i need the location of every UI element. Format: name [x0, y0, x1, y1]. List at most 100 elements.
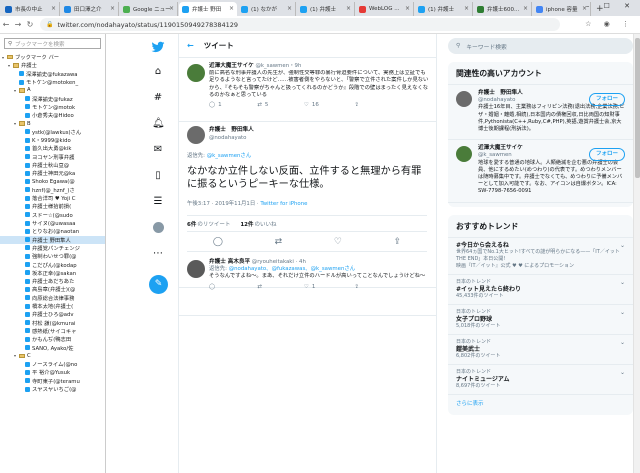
- chevron-down-icon[interactable]: ⌄: [620, 339, 625, 346]
- close-tab-icon[interactable]: ×: [169, 5, 174, 12]
- reply-to-link[interactable]: @nodahayato、@fukazawas、@k_sawmenさん: [229, 266, 355, 272]
- like-icon[interactable]: ♡ 1: [304, 284, 315, 291]
- bookmark-item[interactable]: 村松 謙(@kmurai: [0, 319, 105, 327]
- chevron-down-icon[interactable]: ⌄: [620, 279, 625, 286]
- bookmark-item[interactable]: とりなお(@naotan: [0, 227, 105, 235]
- bookmarks-icon[interactable]: ▯: [152, 170, 164, 182]
- forward-icon[interactable]: →: [12, 20, 24, 29]
- close-tab-icon[interactable]: ×: [464, 5, 469, 12]
- bookmark-item[interactable]: かもんぢ(鴨志田: [0, 335, 105, 343]
- follow-button[interactable]: フォロー: [588, 93, 625, 107]
- browser-tab[interactable]: Google ニュー ×: [120, 2, 178, 16]
- bookmark-item[interactable]: 寺町東子(@teramu: [0, 377, 105, 385]
- trend-item[interactable]: #今日から会えるね 世界64ヵ国でNo.1大ヒット!すべての謎が明らかになる——「…: [448, 238, 633, 275]
- tweet-author-name[interactable]: 近澤大魔王サイケ: [209, 63, 254, 69]
- reply-icon[interactable]: ◯ 1: [209, 102, 222, 109]
- scrollbar-thumb[interactable]: [635, 38, 640, 178]
- close-tab-icon[interactable]: ×: [229, 5, 234, 12]
- tweet-author-handle[interactable]: @ryouheitakaki · 4h: [252, 259, 306, 265]
- avatar[interactable]: [187, 64, 205, 82]
- explore-icon[interactable]: #: [152, 92, 164, 104]
- bookmark-item[interactable]: モトケン@motoken_: [0, 78, 105, 86]
- bookmark-item[interactable]: 弁護覚パンチェンジ: [0, 244, 105, 252]
- bookmark-item[interactable]: Shoko Egawa(@: [0, 177, 105, 185]
- messages-icon[interactable]: ✉: [152, 144, 164, 156]
- trend-item[interactable]: 日本のトレンド #イット見えたら終わり 45,433件のツイート ⌄: [448, 275, 633, 305]
- bookmark-folder[interactable]: ▾ 弁護士: [0, 61, 105, 70]
- bookmark-item[interactable]: 感熱紙(サイコキャ: [0, 327, 105, 335]
- bookmark-item[interactable]: ystk(@lawkus)さん: [0, 128, 105, 136]
- bookmark-item[interactable]: 橋本太地(弁護士(: [0, 302, 105, 310]
- bookmark-item[interactable]: K・9999@kido: [0, 136, 105, 144]
- notifications-icon[interactable]: 🔔︎: [152, 118, 165, 130]
- bookmark-item[interactable]: モトケン@motok: [0, 103, 105, 111]
- retweet-icon[interactable]: ⇄: [275, 237, 283, 247]
- bookmark-item[interactable]: こだぴん(@kodap: [0, 260, 105, 269]
- page-scrollbar[interactable]: [633, 34, 640, 473]
- browser-tab[interactable]: 弁護士 野田 ×: [179, 2, 237, 16]
- close-tab-icon[interactable]: ×: [523, 5, 528, 12]
- avatar[interactable]: [456, 146, 472, 163]
- avatar[interactable]: [187, 126, 205, 144]
- window-controls[interactable]: – ☐ ✕: [586, 2, 636, 10]
- share-icon[interactable]: ⇪: [394, 237, 402, 247]
- trend-item[interactable]: 日本のトレンド ナイトミュージアム 8,697件のツイート ⌄: [448, 365, 633, 395]
- browser-tab[interactable]: 弁護士600... ×: [474, 2, 532, 16]
- bookmark-folder[interactable]: ▾ B: [0, 119, 105, 127]
- bookmark-item[interactable]: 弁護士様拾前損(: [0, 202, 105, 210]
- chevron-down-icon[interactable]: ⌄: [620, 309, 625, 316]
- close-tab-icon[interactable]: ×: [110, 5, 115, 12]
- bookmark-item[interactable]: 弁護士秋山亘@: [0, 161, 105, 169]
- home-icon[interactable]: ⌂: [152, 66, 164, 78]
- bookmark-item[interactable]: 弁護士神田元@ka: [0, 169, 105, 177]
- reload-icon[interactable]: ↻: [24, 20, 36, 29]
- bookmark-item[interactable]: 強制わいせつ罪(@: [0, 252, 105, 260]
- bookmark-folder[interactable]: ▾ C: [0, 352, 105, 360]
- bookmark-item[interactable]: hznf(@_hznf_)さ: [0, 186, 105, 194]
- close-tab-icon[interactable]: ×: [51, 5, 56, 12]
- browser-actions[interactable]: ☆ ◉ ⋮: [585, 20, 634, 28]
- browser-tab[interactable]: (1) なかが ×: [238, 2, 296, 16]
- bookmark-item[interactable]: SANO, Ayako/佐: [0, 343, 105, 352]
- trend-item[interactable]: 日本のトレンド 女子プロ野球 5,018件のツイート ⌄: [448, 305, 633, 335]
- share-icon[interactable]: ⇪: [354, 102, 359, 109]
- show-more-link[interactable]: さらに表示: [448, 395, 633, 411]
- bookmark-folder[interactable]: ▾ A: [0, 86, 105, 94]
- back-arrow-icon[interactable]: ←: [187, 41, 194, 50]
- retweets-stat[interactable]: 6件のリツイート: [187, 220, 230, 228]
- tweet-author-name[interactable]: 弁護士 野田隼人: [209, 127, 254, 135]
- reply-icon[interactable]: ◯: [213, 237, 223, 247]
- share-icon[interactable]: ⇪: [354, 284, 359, 291]
- reply-to-link[interactable]: @k_sawmenさん: [207, 153, 252, 159]
- close-tab-icon[interactable]: ×: [405, 5, 410, 12]
- close-tab-icon[interactable]: ×: [287, 5, 292, 12]
- profile-icon[interactable]: [153, 222, 164, 233]
- bookmark-item[interactable]: 弁護士ひろ@adv: [0, 310, 105, 318]
- bookmark-search-input[interactable]: ⚲ ブックマークを検索: [4, 38, 101, 49]
- close-tab-icon[interactable]: ×: [346, 5, 351, 12]
- reply-icon[interactable]: ◯: [209, 284, 218, 291]
- bookmark-item[interactable]: スドー☆(@sudo: [0, 211, 105, 219]
- bookmark-item[interactable]: 首久出大勇@kik: [0, 144, 105, 152]
- bookmark-item[interactable]: 坂本正幸(@sakan: [0, 269, 105, 277]
- bookmark-item[interactable]: 小倉秀夫@Hideo: [0, 111, 105, 119]
- chevron-down-icon[interactable]: ⌄: [620, 369, 625, 376]
- related-account[interactable]: 近澤大魔王サイケ @k_sawmen 地球を愛する普通の地球人。人類絶滅を企む悪の弁…: [448, 140, 633, 203]
- more-icon[interactable]: ⋯: [152, 248, 164, 260]
- bookmark-item[interactable]: 深澤諭史@fukaz: [0, 94, 105, 103]
- bookmark-item[interactable]: ヨコヤン刑事弁護: [0, 153, 105, 161]
- tweet-source-link[interactable]: Twitter for iPhone: [260, 201, 307, 207]
- tweet-author-name[interactable]: 弁護士 高木良平: [209, 259, 250, 265]
- bookmark-item[interactable]: 落合洋司 ♥ Yoji C: [0, 194, 105, 202]
- bookmark-item[interactable]: スヤスヤいちご(@: [0, 385, 105, 393]
- browser-tab[interactable]: 市長の中止 ×: [2, 2, 60, 16]
- related-account[interactable]: 弁護士 野田隼人 @nodahayato 弁護士16年目、主業務はフィリピン法務(退…: [448, 85, 633, 141]
- tweet-author-handle[interactable]: @nodahayato: [209, 135, 254, 143]
- twitter-logo-icon[interactable]: [151, 40, 165, 54]
- lists-icon[interactable]: ☰: [152, 196, 164, 208]
- like-icon[interactable]: ♡ 16: [304, 102, 319, 109]
- tweet-item[interactable]: 近澤大魔王サイケ @k_sawmen・9h 前に高名な刑事弁護人の先生が、強制性…: [179, 60, 436, 122]
- bookmark-item[interactable]: 深澤諭史@fukazawa: [0, 70, 105, 78]
- bookmark-folder[interactable]: ▾ ブックマーク バー: [0, 53, 105, 62]
- avatar[interactable]: [187, 260, 205, 278]
